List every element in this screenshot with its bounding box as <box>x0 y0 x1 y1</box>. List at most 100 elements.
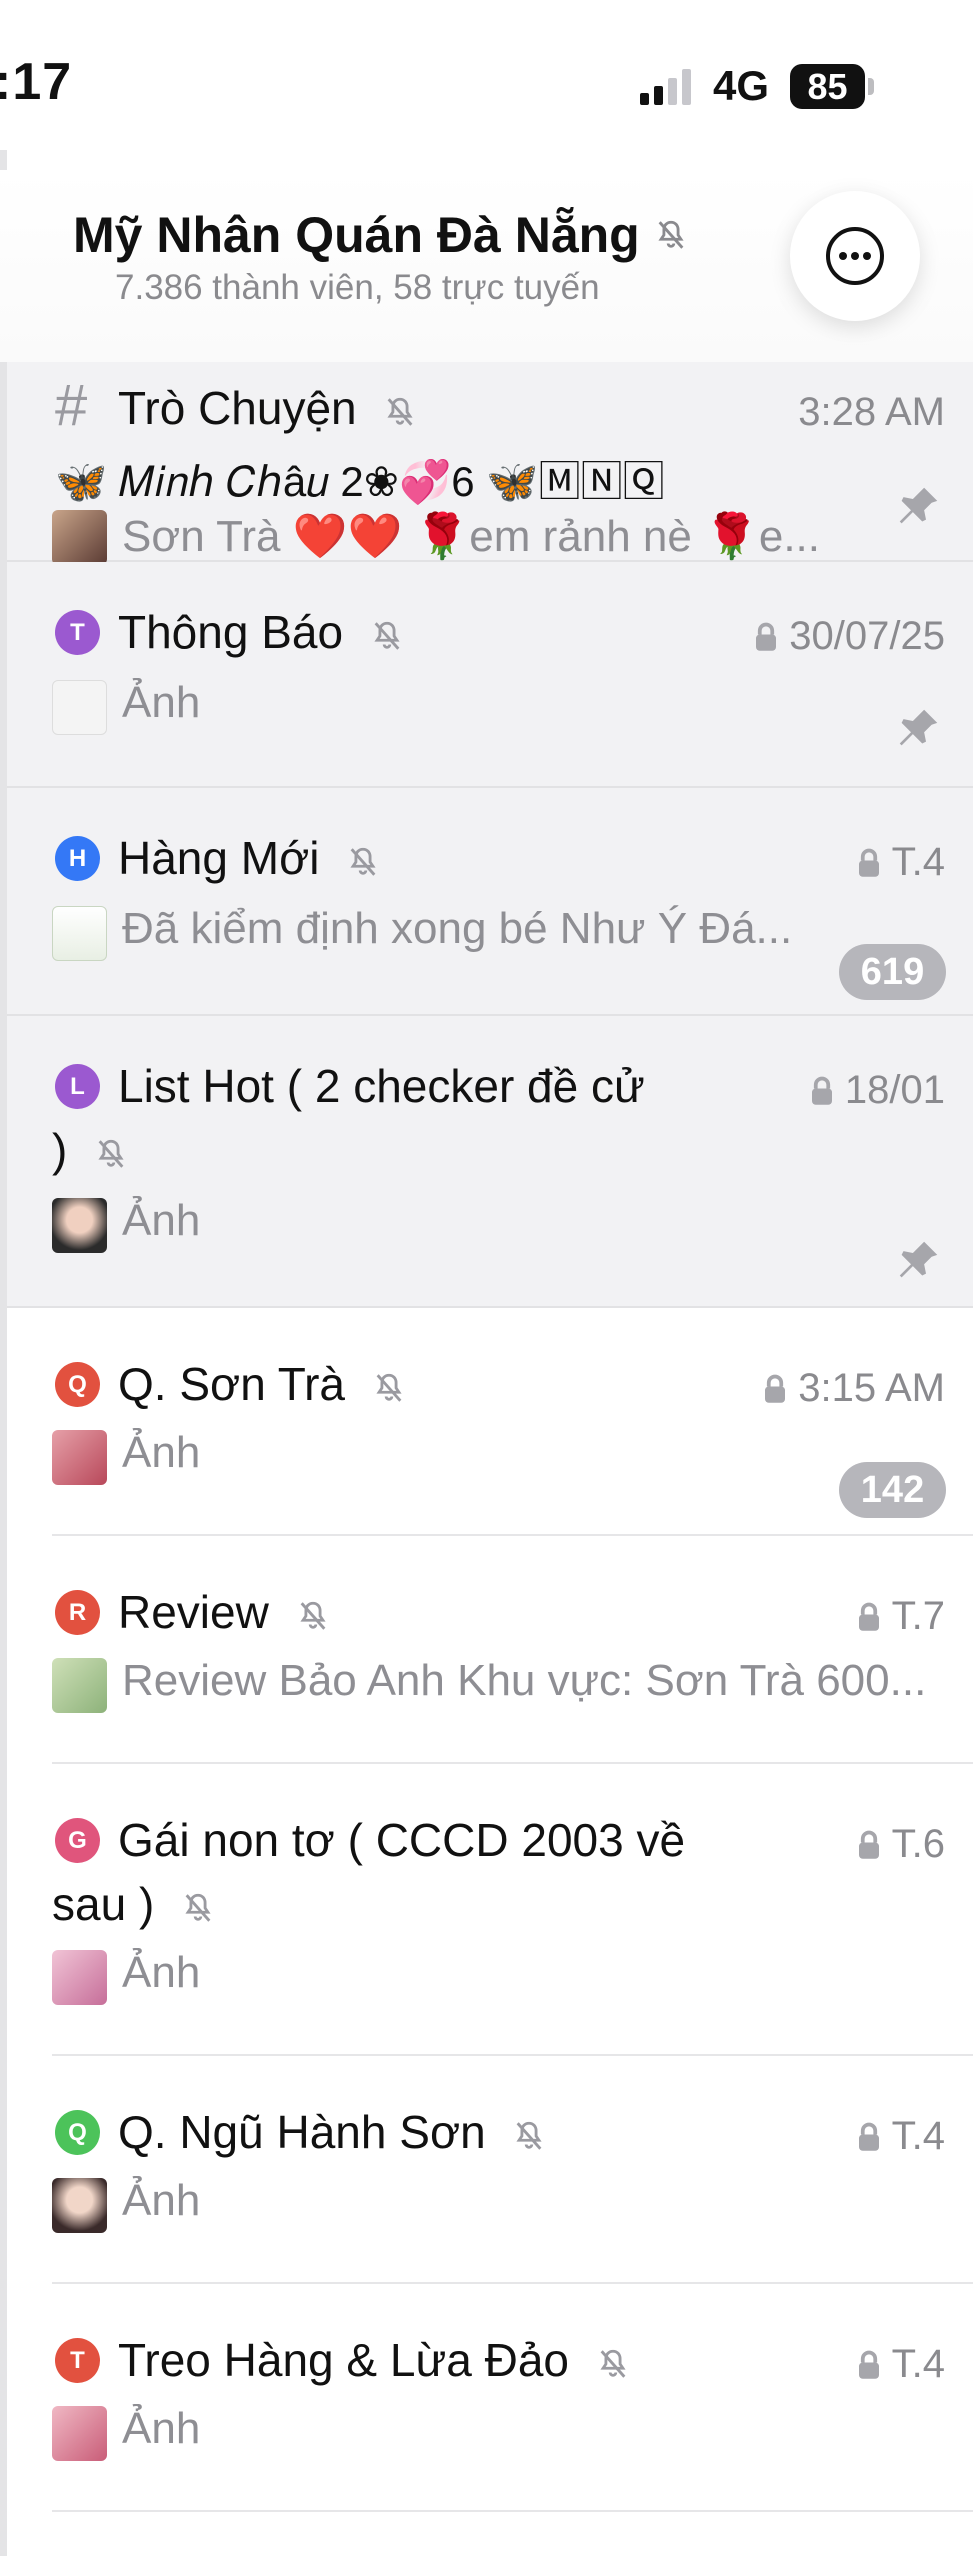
topic-meta: 30/07/25 <box>753 614 945 659</box>
topic-row-review[interactable]: R Review T.7 Review Bảo Anh Khu vực: Sơn… <box>7 1536 973 1764</box>
group-header[interactable]: Mỹ Nhân Quán Đà Nẵng 7.386 thành viên, 5… <box>0 170 973 362</box>
last-message-preview: Review Bảo Anh Khu vực: Sơn Trà 600... <box>122 1656 927 1705</box>
last-message-preview: Ảnh <box>122 1948 201 1997</box>
muted-bell-icon <box>387 397 413 426</box>
battery-icon: 85 <box>790 64 865 109</box>
topic-time: T.4 <box>891 2342 945 2386</box>
topic-time: T.4 <box>891 840 945 884</box>
topic-meta: T.4 <box>856 2114 945 2159</box>
muted-bell-icon <box>98 1139 124 1168</box>
muted-bell-icon <box>516 2121 543 2150</box>
pin-icon <box>899 709 938 746</box>
message-thumbnail <box>52 510 107 565</box>
status-bar: :17 4G 85 <box>0 0 973 170</box>
topic-time: 30/07/25 <box>789 614 945 658</box>
hashtag-icon: # <box>55 373 88 438</box>
topic-name-row: Q. Sơn Trà <box>118 1352 728 1416</box>
topic-time: 3:15 AM <box>798 1366 945 1410</box>
lock-icon <box>858 1830 879 1859</box>
lock-icon <box>811 1076 832 1105</box>
topic-name: Treo Hàng & Lừa Đảo <box>118 2334 569 2386</box>
topic-row-list-hot[interactable]: L List Hot ( 2 checker đề cử ) 18/01 Ảnh <box>7 1016 973 1308</box>
topic-name-row: sau ) <box>52 1872 662 1936</box>
last-message-preview: Đã kiểm định xong bé Như Ý Đá... <box>122 904 793 953</box>
message-thumbnail <box>52 1430 107 1485</box>
topic-avatar-badge: T <box>55 610 100 655</box>
muted-bell-icon <box>185 1893 211 1922</box>
message-thumbnail <box>52 2178 107 2233</box>
muted-bell-icon <box>300 1601 326 1630</box>
muted-bell-icon <box>374 621 400 650</box>
topic-avatar-badge: T <box>55 2338 100 2383</box>
muted-bell-icon <box>376 1373 402 1402</box>
unread-count-badge: 142 <box>839 1462 946 1518</box>
lock-icon <box>858 2122 879 2151</box>
topic-row-hang-moi[interactable]: H Hàng Mới T.4 Đã kiểm định xong bé Như … <box>7 788 973 1016</box>
message-thumbnail <box>52 2406 107 2461</box>
lock-icon <box>858 2350 879 2379</box>
topic-row-q-ngu-hanh-son[interactable]: Q Q. Ngũ Hành Sơn T.4 Ảnh <box>7 2056 973 2284</box>
topic-row-treo-hang-lua-dao[interactable]: T Treo Hàng & Lừa Đảo T.4 Ảnh <box>7 2284 973 2512</box>
topic-name: Q. Sơn Trà <box>118 1358 346 1410</box>
last-message-preview: Ảnh <box>122 2176 201 2225</box>
lock-icon <box>756 622 777 651</box>
topic-name-row: Q. Ngũ Hành Sơn <box>118 2100 728 2164</box>
topic-meta: T.4 <box>856 2342 945 2387</box>
more-options-button[interactable] <box>790 191 920 321</box>
cellular-signal-icon <box>640 69 691 105</box>
last-message-preview: Ảnh <box>122 1196 201 1245</box>
topic-time: T.6 <box>891 1822 945 1866</box>
topic-avatar-badge: G <box>55 1818 100 1863</box>
lock-icon <box>858 1602 879 1631</box>
topic-name-continued: sau ) <box>52 1878 155 1930</box>
pin-icon <box>899 487 938 524</box>
unread-count-badge: 619 <box>839 944 946 1000</box>
topic-name: Trò Chuyện <box>118 382 357 434</box>
battery-tip <box>868 78 874 95</box>
title-row: Mỹ Nhân Quán Đà Nẵng <box>73 206 688 264</box>
topic-name-row: ) <box>52 1118 662 1182</box>
topic-name-row: Treo Hàng & Lừa Đảo <box>118 2328 728 2392</box>
muted-bell-icon <box>658 220 684 249</box>
topic-avatar-badge: Q <box>55 2110 100 2155</box>
muted-bell-icon <box>350 847 376 876</box>
topic-meta: 3:15 AM <box>762 1366 945 1411</box>
topic-avatar-badge: Q <box>55 1362 100 1407</box>
last-message-preview: Sơn Trà ❤️❤️ 🌹em rảnh nè 🌹e... <box>122 512 821 561</box>
message-thumbnail <box>52 680 107 735</box>
topic-meta: T.6 <box>856 1822 945 1867</box>
last-message-preview: Ảnh <box>122 1428 201 1477</box>
last-sender: 🦋 𝑀𝑖𝑛ℎ 𝐶ℎâ𝑢 2❀💞6 🦋🄼🄽🅀 <box>55 458 665 505</box>
topic-row-q-son-tra[interactable]: Q Q. Sơn Trà 3:15 AM Ảnh 142 <box>7 1308 973 1536</box>
topic-row-tro-chuyen[interactable]: # Trò Chuyện 3:28 AM 🦋 𝑀𝑖𝑛ℎ 𝐶ℎâ𝑢 2❀💞6 🦋🄼… <box>7 362 973 565</box>
topic-name: Hàng Mới <box>118 832 320 884</box>
message-thumbnail <box>52 906 107 961</box>
topic-time: 18/01 <box>844 1068 945 1112</box>
last-message-preview: Ảnh <box>122 678 201 727</box>
topic-name-row: Thông Báo <box>118 600 728 664</box>
pin-icon <box>899 1241 938 1278</box>
topic-name: Review <box>118 1586 269 1638</box>
topic-meta: T.7 <box>856 1594 945 1639</box>
group-subtitle: 7.386 thành viên, 58 trực tuyến <box>115 268 600 307</box>
network-type: 4G <box>713 62 770 109</box>
topic-time: T.4 <box>891 2114 945 2158</box>
topic-name-row: Trò Chuyện <box>118 376 728 440</box>
message-thumbnail <box>52 1950 107 2005</box>
left-edge-divider <box>0 150 7 2556</box>
topic-avatar-badge: L <box>55 1064 100 1109</box>
status-time: :17 <box>0 53 73 111</box>
topic-meta: 3:28 AM <box>798 390 945 435</box>
topic-meta: 18/01 <box>809 1068 945 1113</box>
message-thumbnail <box>52 1658 107 1713</box>
group-title: Mỹ Nhân Quán Đà Nẵng <box>73 207 640 263</box>
topic-row-gai-non-to[interactable]: G Gái non tơ ( CCCD 2003 về sau ) T.6 Ản… <box>7 1764 973 2056</box>
topic-row-thong-bao[interactable]: T Thông Báo 30/07/25 Ảnh <box>7 562 973 788</box>
topic-name: Gái non tơ ( CCCD 2003 về <box>118 1814 686 1866</box>
topic-name: List Hot ( 2 checker đề cử <box>118 1060 645 1112</box>
muted-bell-icon <box>600 2349 626 2378</box>
topic-name-continued: ) <box>52 1124 68 1176</box>
topic-name-row: Review <box>118 1580 728 1644</box>
topic-name: Thông Báo <box>118 606 344 658</box>
topic-name: Q. Ngũ Hành Sơn <box>118 2106 486 2158</box>
